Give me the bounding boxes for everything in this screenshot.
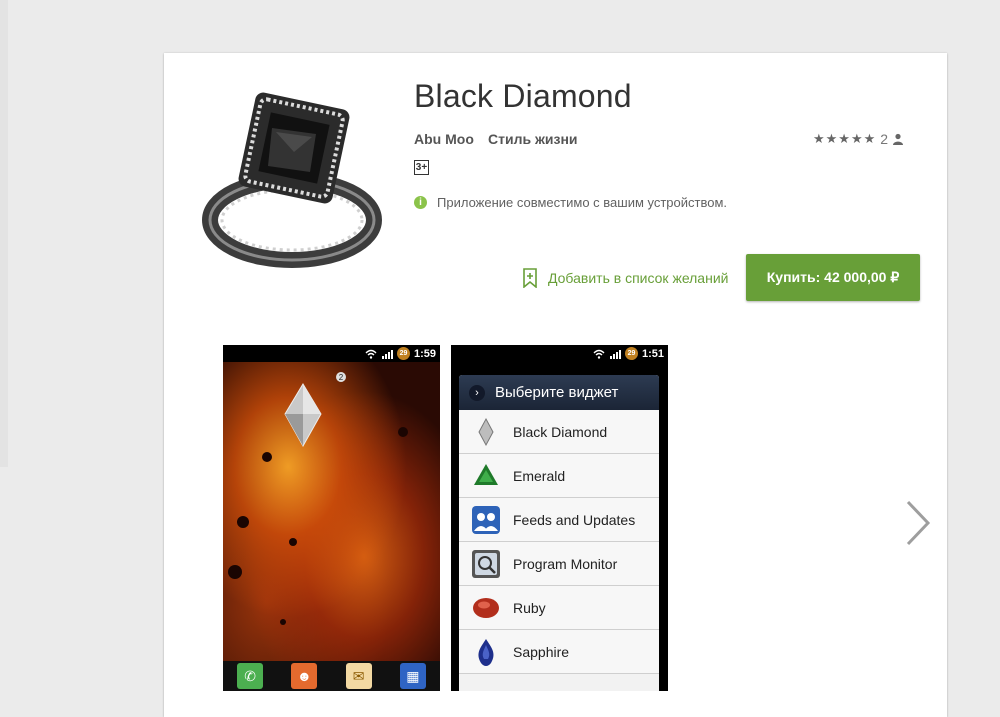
person-icon <box>893 133 904 145</box>
signal-icon <box>381 349 393 359</box>
diamond-widget: 2 <box>228 372 408 625</box>
screenshot-widget-chooser[interactable]: 29 1:51 › Выберите виджет Black Diamond … <box>451 345 668 691</box>
monitor-icon <box>472 549 500 578</box>
diamond-icon <box>478 417 494 446</box>
screenshot-home-screen[interactable]: 29 1:59 2 ✆ ☻ ✉ ▦ <box>223 345 440 691</box>
widget-item-label: Ruby <box>513 599 546 616</box>
status-time: 1:59 <box>413 347 436 360</box>
widget-item-label: Sapphire <box>513 643 570 660</box>
info-icon: i <box>414 196 427 209</box>
contacts-icon[interactable]: ☻ <box>291 663 318 689</box>
notification-count: 2 <box>339 373 344 382</box>
sapphire-icon <box>478 638 494 666</box>
widget-item-program-monitor[interactable]: Program Monitor <box>459 542 659 586</box>
widget-item-label: Program Monitor <box>513 555 618 572</box>
ruby-icon <box>473 597 499 618</box>
bookmark-plus-icon <box>523 268 537 288</box>
rating-stars: ★★★★★ <box>813 131 877 146</box>
left-edge-strip <box>0 0 8 467</box>
nebula-wallpaper: 2 <box>223 362 440 661</box>
compatibility-text: Приложение совместимо с вашим устройство… <box>437 195 728 210</box>
widget-item-label: Black Diamond <box>513 423 608 440</box>
widget-chooser-dialog: › Выберите виджет Black Diamond Emerald … <box>459 375 659 691</box>
widget-chooser-title: Выберите виджет <box>495 384 619 401</box>
widget-item-sapphire[interactable]: Sapphire <box>459 630 659 674</box>
widget-item-label: Feeds and Updates <box>513 511 636 528</box>
rating-count: 2 <box>880 131 889 147</box>
wifi-icon <box>365 349 377 359</box>
app-icon-ring <box>202 92 382 268</box>
people-icon <box>472 505 500 534</box>
wifi-icon <box>593 349 605 359</box>
category-link[interactable]: Стиль жизни <box>488 131 578 147</box>
status-bar: 29 1:51 <box>451 345 668 362</box>
apps-grid-icon[interactable]: ▦ <box>399 663 426 689</box>
developer-link[interactable]: Abu Moo <box>414 131 474 147</box>
phone-icon[interactable]: ✆ <box>237 663 264 689</box>
compatibility-notice: i Приложение совместимо с вашим устройст… <box>414 195 727 210</box>
home-dock: ✆ ☻ ✉ ▦ <box>223 661 440 691</box>
add-to-wishlist-button[interactable]: Добавить в список желаний <box>522 268 728 288</box>
widget-item-ruby[interactable]: Ruby <box>459 586 659 630</box>
widget-item-black-diamond[interactable]: Black Diamond <box>459 410 659 454</box>
buy-button[interactable]: Купить: 42 000,00 ₽ <box>746 254 920 301</box>
widget-item-emerald[interactable]: Emerald <box>459 454 659 498</box>
rating-summary: ★★★★★ 2 <box>813 131 904 147</box>
mail-icon[interactable]: ✉ <box>345 663 372 689</box>
age-rating-badge: 3+ <box>414 160 429 175</box>
status-badge: 29 <box>624 347 638 360</box>
widget-chooser-header: › Выберите виджет <box>459 375 659 410</box>
signal-icon <box>609 349 621 359</box>
chevron-right-icon: › <box>469 384 485 401</box>
widget-item-label: Emerald <box>513 467 566 484</box>
status-bar: 29 1:59 <box>223 345 440 362</box>
widget-item-feeds-and-updates[interactable]: Feeds and Updates <box>459 498 659 542</box>
status-time: 1:51 <box>641 347 664 360</box>
next-screenshot-arrow[interactable] <box>900 498 936 548</box>
app-title: Black Diamond <box>414 78 632 114</box>
wishlist-label: Добавить в список желаний <box>548 270 729 286</box>
emerald-icon <box>474 463 498 485</box>
status-badge: 29 <box>396 347 410 360</box>
